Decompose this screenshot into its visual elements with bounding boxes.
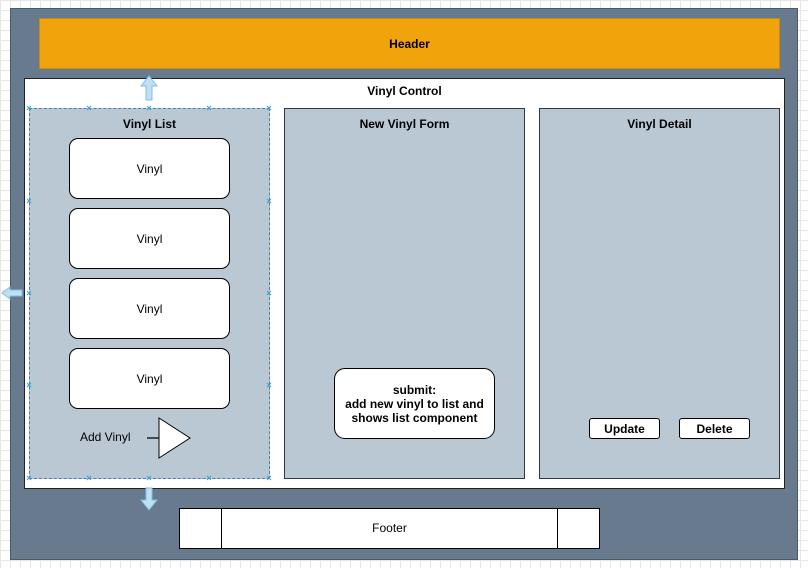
connect-arrow-left-icon[interactable] <box>1 286 23 300</box>
connect-arrow-down-icon[interactable] <box>139 487 159 511</box>
diagram-overlay <box>1 75 272 511</box>
selection-handles[interactable] <box>26 105 272 481</box>
connect-arrow-up-icon[interactable] <box>139 75 159 101</box>
triangle-shape-icon[interactable] <box>158 417 191 459</box>
